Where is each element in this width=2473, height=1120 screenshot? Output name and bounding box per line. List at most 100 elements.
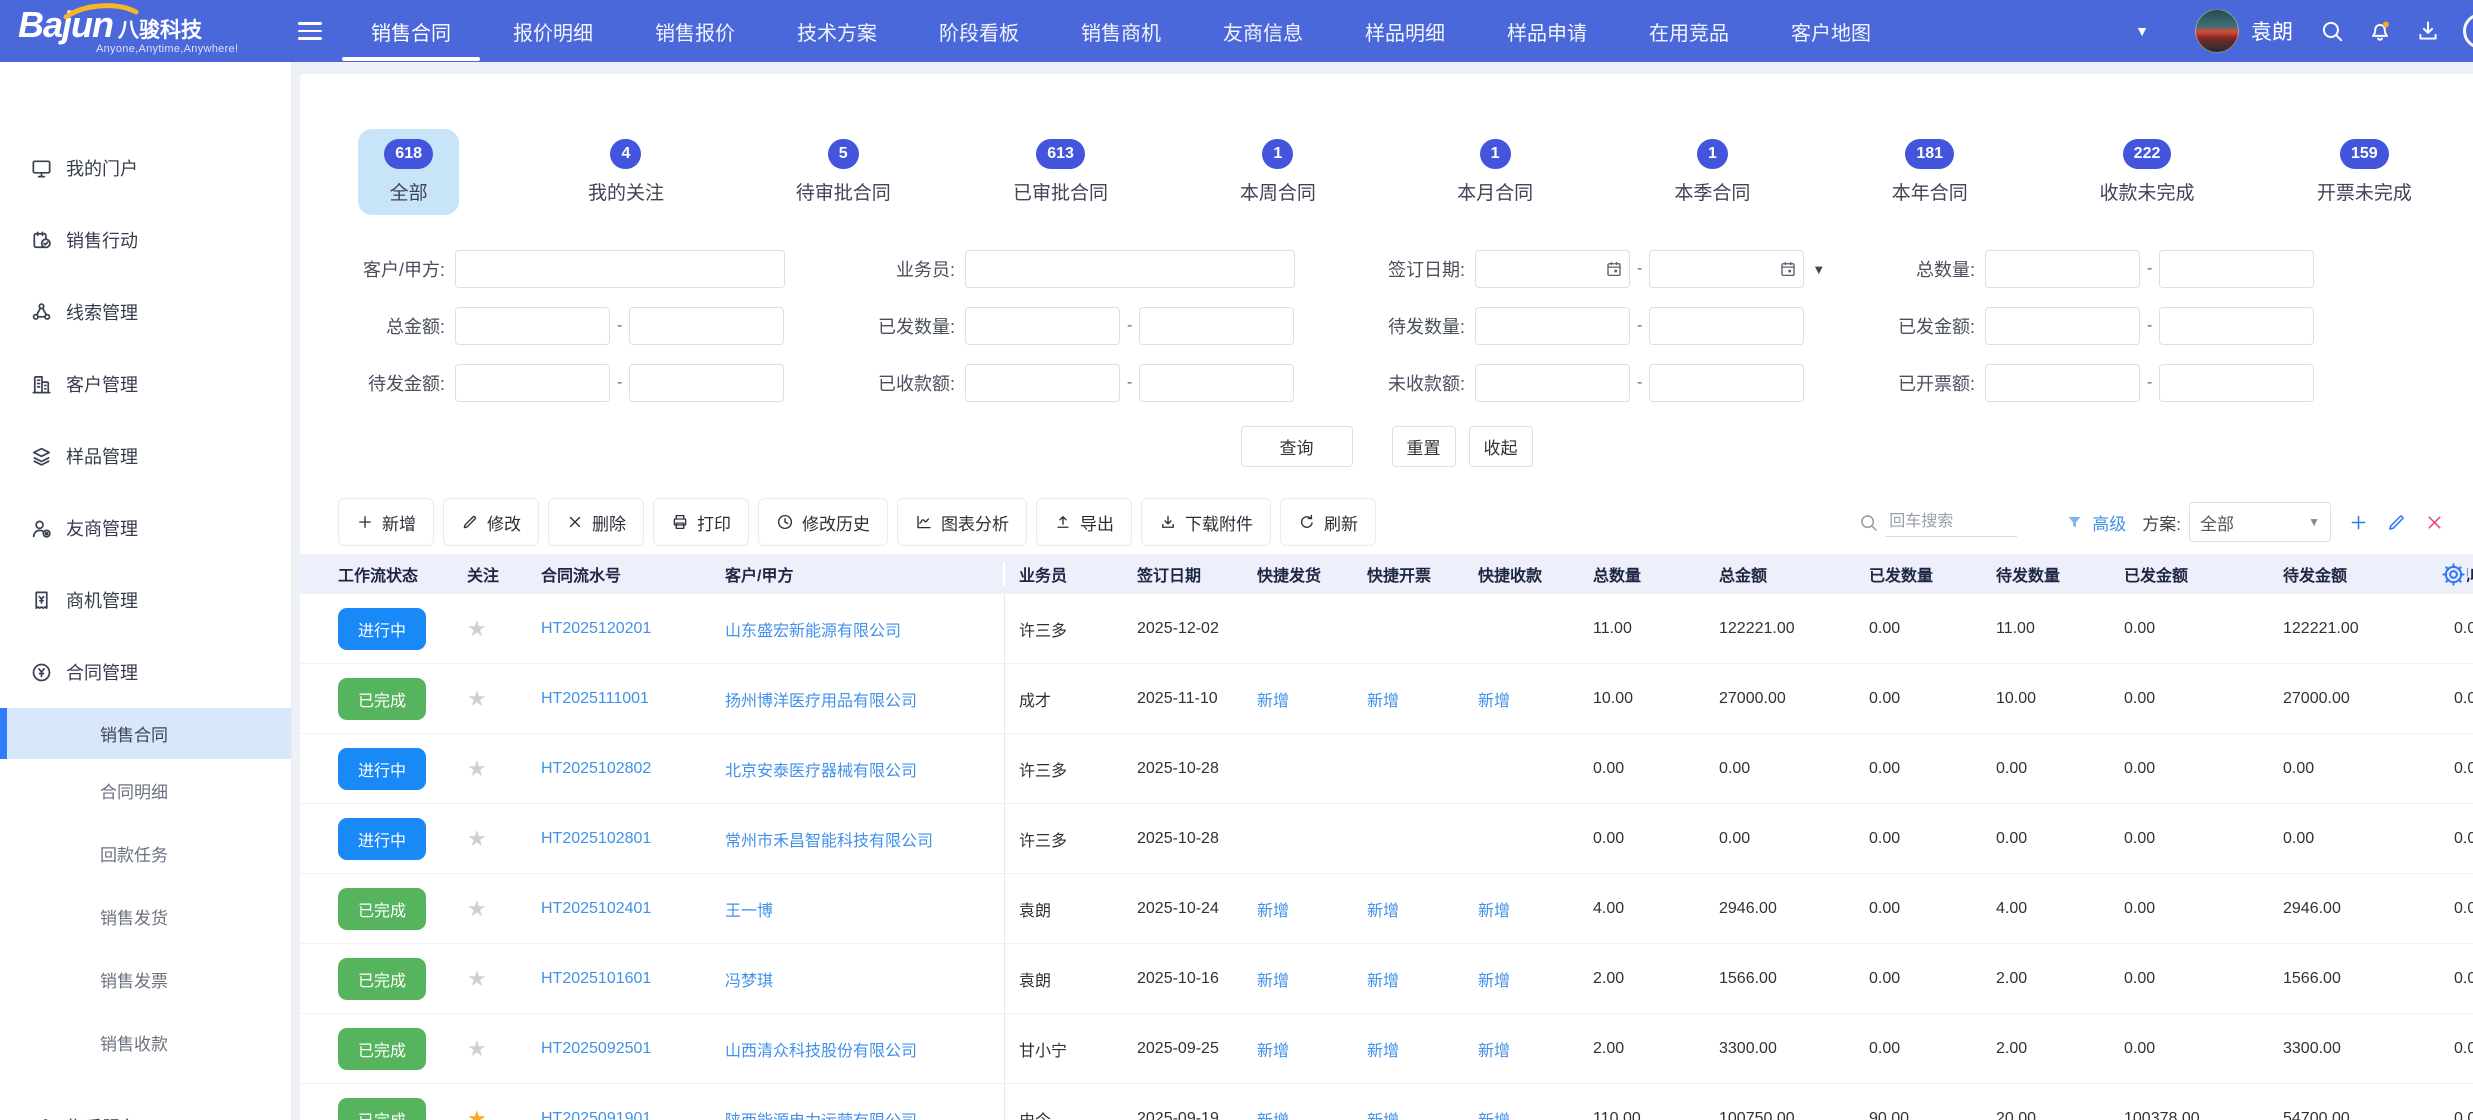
favorite-star[interactable]: ★ <box>467 686 487 711</box>
quick-add-link[interactable]: 新增 <box>1257 1113 1289 1120</box>
delete-scheme-icon[interactable] <box>2424 512 2445 533</box>
nav-item-[interactable]: 阶段看板 <box>908 0 1050 62</box>
nav-item-[interactable]: 技术方案 <box>766 0 908 62</box>
username[interactable]: 袁朗 <box>2251 16 2293 46</box>
reset-button[interactable]: 重置 <box>1392 426 1456 467</box>
company-link[interactable]: 冯梦琪 <box>725 967 773 991</box>
calendar-icon[interactable] <box>1779 260 1797 278</box>
nav-item-[interactable]: 在用竞品 <box>1618 0 1760 62</box>
stat-filter-item[interactable]: 613 已审批合同 <box>987 129 1134 215</box>
contract-link[interactable]: HT2025092501 <box>541 1040 651 1057</box>
filter-range-to-input[interactable] <box>2159 307 2314 345</box>
company-link[interactable]: 北京安泰医疗器械有限公司 <box>725 757 917 781</box>
stat-filter-item[interactable]: 5 待审批合同 <box>770 129 917 215</box>
download-toolbar-button[interactable]: 下载附件 <box>1141 498 1271 546</box>
filter-input[interactable] <box>965 250 1295 288</box>
contract-link[interactable]: HT2025102401 <box>541 900 651 917</box>
favorite-star[interactable]: ★ <box>467 1036 487 1061</box>
table-search-input[interactable] <box>1885 508 2017 537</box>
avatar[interactable] <box>2195 9 2239 53</box>
search-icon[interactable] <box>2319 18 2345 44</box>
filter-range-from-input[interactable] <box>1475 307 1630 345</box>
quick-add-link[interactable]: 新增 <box>1478 903 1510 920</box>
nav-item-[interactable]: 销售商机 <box>1050 0 1192 62</box>
column-settings-gear-icon[interactable] <box>2440 561 2467 588</box>
contract-link[interactable]: HT2025111001 <box>541 690 649 707</box>
printer-toolbar-button[interactable]: 打印 <box>653 498 749 546</box>
quick-add-link[interactable]: 新增 <box>1367 1043 1399 1060</box>
scheme-select[interactable]: 全部 ▼ <box>2189 502 2331 542</box>
sidebar-item[interactable]: 友商管理 <box>0 492 291 564</box>
upload-toolbar-button[interactable]: 导出 <box>1036 498 1132 546</box>
filter-range-to-input[interactable] <box>2159 250 2314 288</box>
favorite-star[interactable]: ★ <box>467 1106 487 1120</box>
sidebar-item[interactable]: 售后服务 <box>0 1091 291 1120</box>
quick-add-link[interactable]: 新增 <box>1478 1043 1510 1060</box>
notifications-bell-icon[interactable] <box>2367 18 2393 44</box>
contract-link[interactable]: HT2025102801 <box>541 830 651 847</box>
collapse-button[interactable]: 收起 <box>1469 426 1533 467</box>
filter-range-to-input[interactable] <box>629 364 784 402</box>
quick-add-link[interactable]: 新增 <box>1367 973 1399 990</box>
nav-overflow-caret-icon[interactable]: ▼ <box>2135 23 2149 39</box>
quick-add-link[interactable]: 新增 <box>1478 693 1510 710</box>
quick-add-link[interactable]: 新增 <box>1367 693 1399 710</box>
favorite-star[interactable]: ★ <box>467 826 487 851</box>
quick-add-link[interactable]: 新增 <box>1257 1043 1289 1060</box>
pencil-toolbar-button[interactable]: 修改 <box>443 498 539 546</box>
quick-add-link[interactable]: 新增 <box>1367 1113 1399 1120</box>
menu-hamburger-icon[interactable] <box>298 22 322 40</box>
sidebar-subitem-active[interactable]: 销售合同 <box>0 708 291 759</box>
contract-link[interactable]: HT2025091901 <box>541 1110 651 1120</box>
filter-range-from-input[interactable] <box>455 307 610 345</box>
table-search-icon[interactable] <box>1858 512 1879 533</box>
quick-add-link[interactable]: 新增 <box>1478 1113 1510 1120</box>
company-link[interactable]: 常州市禾昌智能科技有限公司 <box>725 827 933 851</box>
sidebar-subitem[interactable]: 合同明细 <box>0 759 291 822</box>
filter-range-from-input[interactable] <box>1985 364 2140 402</box>
filter-range-from-input[interactable] <box>1985 250 2140 288</box>
refresh-toolbar-button[interactable]: 刷新 <box>1280 498 1376 546</box>
sidebar-item[interactable]: 合同管理 <box>0 636 291 708</box>
filter-range-from-input[interactable] <box>1475 364 1630 402</box>
quick-add-link[interactable]: 新增 <box>1257 693 1289 710</box>
favorite-star[interactable]: ★ <box>467 756 487 781</box>
stat-filter-item[interactable]: 1 本周合同 <box>1214 129 1342 215</box>
filter-range-from-input[interactable] <box>455 364 610 402</box>
advanced-filter-link[interactable]: 高级 <box>2092 510 2126 535</box>
filter-range-to-input[interactable] <box>2159 364 2314 402</box>
nav-item-active[interactable]: 销售合同 <box>340 0 482 62</box>
company-link[interactable]: 陕西能源电力运营有限公司 <box>725 1107 917 1120</box>
company-link[interactable]: 山西清众科技股份有限公司 <box>725 1037 917 1061</box>
favorite-star[interactable]: ★ <box>467 616 487 641</box>
sidebar-subitem[interactable]: 回款任务 <box>0 822 291 885</box>
quick-add-link[interactable]: 新增 <box>1478 973 1510 990</box>
favorite-star[interactable]: ★ <box>467 896 487 921</box>
sidebar-item[interactable]: 我的门户 <box>0 132 291 204</box>
sidebar-subitem[interactable]: 销售发票 <box>0 948 291 1011</box>
chart-toolbar-button[interactable]: 图表分析 <box>897 498 1027 546</box>
sidebar-item[interactable]: 线索管理 <box>0 276 291 348</box>
quick-add-link[interactable]: 新增 <box>1257 903 1289 920</box>
nav-item-[interactable]: 样品明细 <box>1334 0 1476 62</box>
nav-item-[interactable]: 客户地图 <box>1760 0 1902 62</box>
filter-range-to-input[interactable] <box>1139 364 1294 402</box>
filter-funnel-icon[interactable] <box>2065 513 2084 532</box>
company-link[interactable]: 王一博 <box>725 897 773 921</box>
query-button[interactable]: 查询 <box>1241 426 1353 467</box>
favorite-star[interactable]: ★ <box>467 966 487 991</box>
filter-input[interactable] <box>455 250 785 288</box>
nav-item-[interactable]: 报价明细 <box>482 0 624 62</box>
nav-item-[interactable]: 销售报价 <box>624 0 766 62</box>
stat-filter-item[interactable]: 159 开票未完成 <box>2291 129 2438 215</box>
contract-link[interactable]: HT2025120201 <box>541 620 651 637</box>
stat-filter-item[interactable]: 181 本年合同 <box>1866 129 1994 215</box>
stat-filter-item[interactable]: 222 收款未完成 <box>2074 129 2221 215</box>
clock-toolbar-button[interactable]: 修改历史 <box>758 498 888 546</box>
sidebar-subitem[interactable]: 销售收款 <box>0 1011 291 1074</box>
plus-toolbar-button[interactable]: 新增 <box>338 498 434 546</box>
quick-add-link[interactable]: 新增 <box>1367 903 1399 920</box>
filter-range-from-input[interactable] <box>965 307 1120 345</box>
add-scheme-icon[interactable] <box>2348 512 2369 533</box>
nav-item-[interactable]: 友商信息 <box>1192 0 1334 62</box>
